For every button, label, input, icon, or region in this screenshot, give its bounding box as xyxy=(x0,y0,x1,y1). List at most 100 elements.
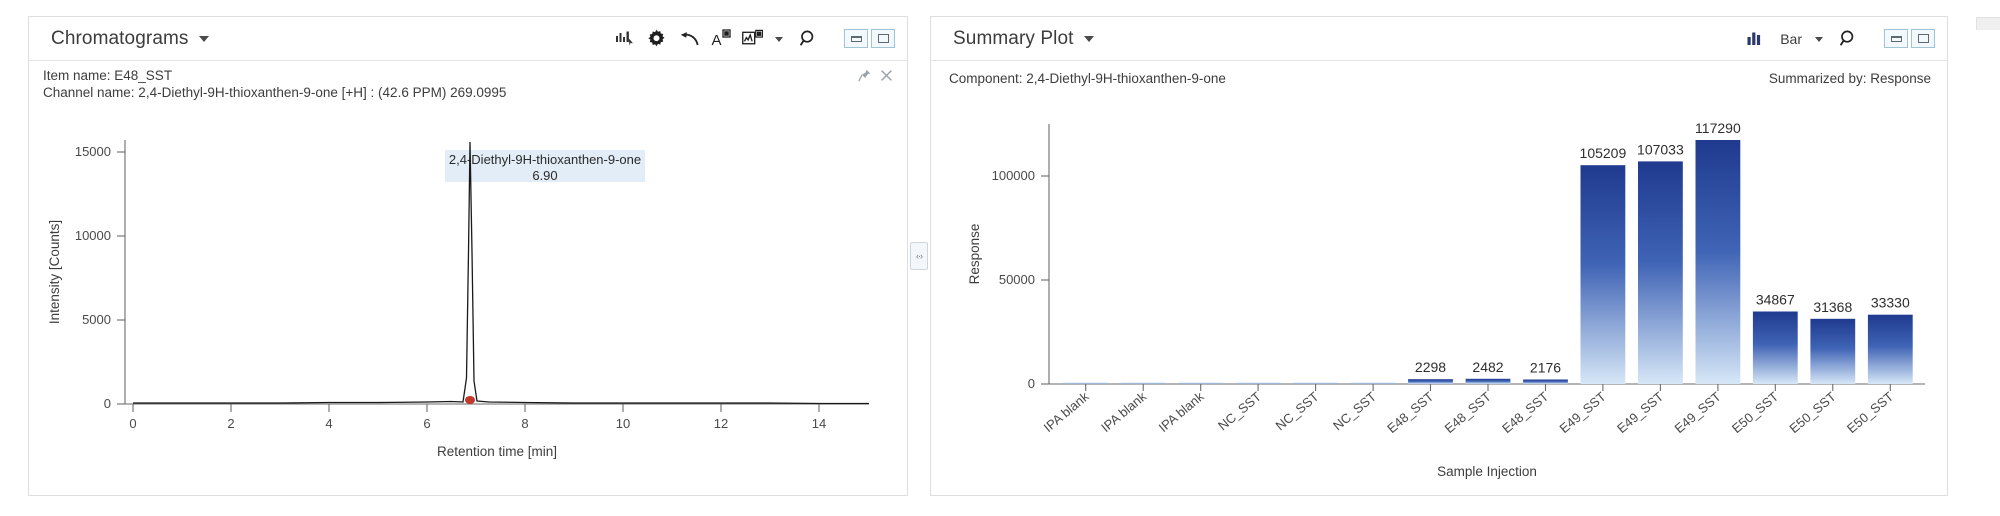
bar-cursor-icon[interactable] xyxy=(614,28,635,49)
svg-text:50000: 50000 xyxy=(999,272,1035,287)
category-label: IPA blank xyxy=(1156,388,1207,434)
summary-bar[interactable] xyxy=(1063,382,1109,384)
category-label: E48_SST xyxy=(1499,388,1551,435)
svg-text:10: 10 xyxy=(616,416,630,431)
bar-value-label: 31368 xyxy=(1813,298,1852,314)
summary-category-labels: IPA blank IPA blank IPA blank NC_SST NC_SST N… xyxy=(1041,383,1896,436)
summary-bar[interactable] xyxy=(1408,378,1453,384)
chromatogram-plot[interactable]: 0 5000 10000 15000 0 2 4 6 8 10 12 14 In… xyxy=(29,104,907,494)
component-label: Component: 2,4-Diethyl-9H-thioxanthen-9-… xyxy=(949,71,1226,86)
item-name-label: Item name: E48_SST xyxy=(43,68,173,83)
undo-icon[interactable] xyxy=(678,28,699,49)
gear-icon[interactable] xyxy=(646,28,667,49)
category-label: IPA blank xyxy=(1041,388,1092,434)
svg-text:10000: 10000 xyxy=(75,228,111,243)
svg-text:100000: 100000 xyxy=(992,168,1035,183)
pin-icon[interactable] xyxy=(858,69,871,87)
bar-value-label: 107033 xyxy=(1637,141,1684,157)
plot-type-dropdown-icon[interactable] xyxy=(1815,37,1823,42)
annotate-a-icon[interactable]: A xyxy=(710,28,731,49)
svg-text:2: 2 xyxy=(227,416,234,431)
bar-value-label: 2298 xyxy=(1415,359,1446,375)
summary-bar[interactable] xyxy=(1293,382,1338,384)
summary-bar[interactable] xyxy=(1465,378,1511,384)
search-icon[interactable] xyxy=(1838,28,1859,49)
summary-bar[interactable] xyxy=(1523,379,1568,384)
x-axis-ticks: 0 2 4 6 8 10 12 14 xyxy=(129,404,826,431)
summary-x-axis-title: Sample Injection xyxy=(1437,464,1537,479)
category-label: E48_SST xyxy=(1442,388,1494,435)
bar-chart-icon[interactable] xyxy=(1745,28,1766,49)
peak-label-name: 2,4-Diethyl-9H-thioxanthen-9-one xyxy=(449,152,641,167)
bar-value-label: 2482 xyxy=(1472,358,1503,374)
plot-type-label[interactable]: Bar xyxy=(1780,31,1802,47)
chromatograms-header: Chromatograms A xyxy=(29,17,907,61)
category-label: E49_SST xyxy=(1614,388,1666,435)
summary-bar[interactable] xyxy=(1638,160,1683,384)
summary-plot-panel: Summary Plot Bar Component: 2,4-Diethyl-… xyxy=(930,16,2000,496)
summary-bar[interactable] xyxy=(1178,382,1224,384)
chromatograms-title-dropdown-icon[interactable] xyxy=(198,35,209,42)
summary-y-axis-ticks: 0 50000 100000 xyxy=(992,168,1049,391)
bar-value-label: 105209 xyxy=(1580,145,1627,161)
chromatogram-y-axis-title: Intensity [Counts] xyxy=(47,220,62,324)
peak-apex-marker xyxy=(465,396,475,404)
trace-icon[interactable] xyxy=(742,28,763,49)
chromatograms-view-dropdown-icon[interactable] xyxy=(775,37,783,42)
svg-text:8: 8 xyxy=(521,416,528,431)
svg-text:0: 0 xyxy=(129,416,136,431)
summary-bar[interactable] xyxy=(1752,311,1798,384)
summary-bar[interactable] xyxy=(1695,139,1741,384)
chromatogram-svg: 0 5000 10000 15000 0 2 4 6 8 10 12 14 In… xyxy=(47,140,869,459)
category-label: E50_SST xyxy=(1844,388,1896,435)
restore-button[interactable] xyxy=(844,29,868,48)
splitter-grip[interactable]: ‹·› xyxy=(910,242,928,270)
category-label: IPA blank xyxy=(1098,388,1149,434)
bar-value-label: 33330 xyxy=(1871,294,1910,310)
chromatograms-window-controls xyxy=(844,29,895,48)
category-label: NC_SST xyxy=(1273,388,1322,432)
maximize-button[interactable] xyxy=(871,29,895,48)
summary-bar[interactable] xyxy=(1867,314,1913,384)
category-label: NC_SST xyxy=(1330,388,1379,432)
svg-text:15000: 15000 xyxy=(75,144,111,159)
restore-button[interactable] xyxy=(1884,29,1908,48)
summary-y-axis-title: Response xyxy=(967,223,982,284)
search-icon[interactable] xyxy=(798,28,819,49)
summary-plot-title-dropdown-icon[interactable] xyxy=(1083,35,1094,42)
svg-text:12: 12 xyxy=(714,416,728,431)
svg-text:A: A xyxy=(711,32,721,48)
close-icon[interactable] xyxy=(880,69,893,87)
maximize-button[interactable] xyxy=(1911,29,1935,48)
bar-value-label: 34867 xyxy=(1756,291,1795,307)
bar-value-label: 117290 xyxy=(1695,120,1741,136)
chromatograms-panel: Chromatograms A Item name: E48_SST Chann… xyxy=(28,16,908,496)
summary-bar[interactable] xyxy=(1810,318,1856,384)
panel-splitter[interactable]: ‹·› xyxy=(908,16,930,496)
summary-plot-toolbar: Bar xyxy=(1745,28,1935,49)
chromatogram-x-axis-title: Retention time [min] xyxy=(437,444,557,459)
category-label: E49_SST xyxy=(1557,388,1609,435)
svg-text:0: 0 xyxy=(1028,376,1035,391)
summary-bar[interactable] xyxy=(1350,382,1396,384)
svg-text:5000: 5000 xyxy=(82,312,111,327)
summary-plot-window-controls xyxy=(1884,29,1935,48)
chromatograms-title: Chromatograms xyxy=(51,27,189,49)
summary-bar[interactable] xyxy=(1235,382,1281,384)
bar-value-label: 2176 xyxy=(1530,359,1561,375)
peak-label-rt: 6.90 xyxy=(532,168,557,183)
summary-plot-chart[interactable]: 0 50000 100000 Response Sample Injection… xyxy=(931,94,1947,494)
summary-plot-svg: 0 50000 100000 Response Sample Injection… xyxy=(967,120,1925,479)
category-label: E50_SST xyxy=(1729,388,1781,435)
category-label: E48_SST xyxy=(1384,388,1436,435)
summary-bar[interactable] xyxy=(1120,382,1166,384)
summary-bar[interactable] xyxy=(1580,164,1626,384)
category-label: E49_SST xyxy=(1672,388,1724,435)
category-label: NC_SST xyxy=(1215,388,1264,432)
summary-plot-info-strip: Component: 2,4-Diethyl-9H-thioxanthen-9-… xyxy=(931,61,1947,94)
svg-text:14: 14 xyxy=(812,416,826,431)
channel-name-label: Channel name: 2,4-Diethyl-9H-thioxanthen… xyxy=(43,84,507,100)
info-strip-actions xyxy=(858,69,893,87)
summary-plot-title: Summary Plot xyxy=(953,27,1074,49)
chromatograms-info-strip: Item name: E48_SST Channel name: 2,4-Die… xyxy=(29,61,907,104)
